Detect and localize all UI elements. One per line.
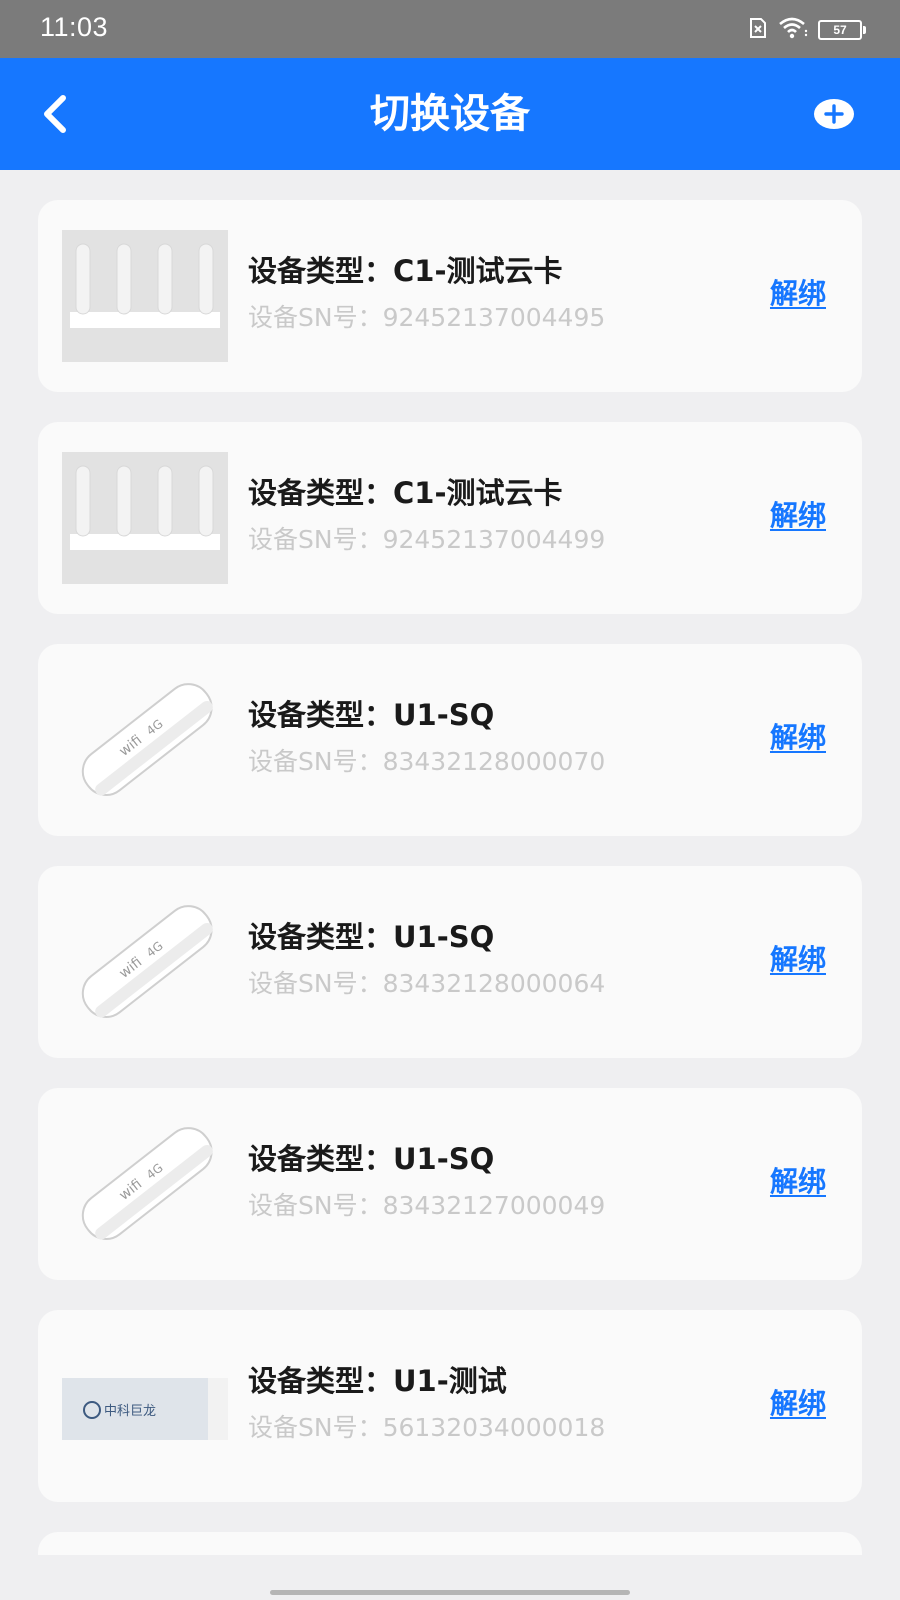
no-sim-icon (748, 17, 768, 43)
add-device-button[interactable] (814, 98, 854, 130)
plus-circle-icon (814, 99, 854, 129)
svg-text:中科巨龙: 中科巨龙 (104, 1404, 156, 1419)
usb-dongle-image: wifi 4G (62, 674, 228, 806)
unbind-button[interactable]: 解绑 (770, 716, 826, 756)
chevron-left-icon (44, 95, 66, 133)
page-title: 切换设备 (370, 91, 530, 137)
device-card[interactable]: wifi 4G 设备类型：U1-SQ 设备SN号：83432128000070 … (38, 644, 862, 836)
device-card[interactable]: wifi 4G 设备类型：U1-SQ 设备SN号：83432127000049 … (38, 1088, 862, 1280)
wifi-icon (778, 17, 808, 43)
device-type: 设备类型：C1-测试云卡 (248, 476, 563, 510)
device-list[interactable]: 设备类型：C1-测试云卡 设备SN号：92452137004495 解绑 设备类… (0, 170, 900, 1555)
back-button[interactable] (26, 86, 82, 142)
router-image (62, 230, 228, 362)
status-bar: 11:03 57 (0, 0, 900, 58)
device-sn: 设备SN号：83432128000070 (248, 747, 606, 776)
device-type: 设备类型：U1-SQ (248, 698, 495, 732)
device-sn: 设备SN号：56132034000018 (248, 1413, 606, 1442)
device-type: 设备类型：C1-测试云卡 (248, 254, 563, 288)
usb-stick-image: 中科巨龙 (62, 1340, 228, 1472)
unbind-button[interactable]: 解绑 (770, 1382, 826, 1422)
app-header: 切换设备 (0, 58, 900, 170)
home-indicator[interactable] (270, 1590, 630, 1595)
device-card[interactable]: 中科巨龙 设备类型：U1-测试 设备SN号：56132034000018 解绑 (38, 1310, 862, 1502)
usb-dongle-image: wifi 4G (62, 896, 228, 1028)
router-image (62, 452, 228, 584)
device-card[interactable]: wifi 4G 设备类型：U1-SQ 设备SN号：83432128000064 … (38, 866, 862, 1058)
device-type: 设备类型：U1-SQ (248, 1142, 495, 1176)
device-sn: 设备SN号：83432127000049 (248, 1191, 606, 1220)
device-card[interactable]: 设备类型：C1-测试云卡 设备SN号：92452137004499 解绑 (38, 422, 862, 614)
device-type: 设备类型：U1-SQ (248, 920, 495, 954)
device-card[interactable]: 设备类型：C1-测试云卡 设备SN号：92452137004495 解绑 (38, 200, 862, 392)
unbind-button[interactable]: 解绑 (770, 1160, 826, 1200)
unbind-button[interactable]: 解绑 (770, 938, 826, 978)
device-card-partial[interactable] (38, 1532, 862, 1555)
unbind-button[interactable]: 解绑 (770, 272, 826, 312)
unbind-button[interactable]: 解绑 (770, 494, 826, 534)
device-sn: 设备SN号：83432128000064 (248, 969, 606, 998)
status-time: 11:03 (40, 12, 109, 42)
status-icons: 57 (748, 16, 866, 44)
device-sn: 设备SN号：92452137004499 (248, 525, 606, 554)
device-sn: 设备SN号：92452137004495 (248, 303, 606, 332)
usb-dongle-image: wifi 4G (62, 1118, 228, 1250)
battery-icon: 57 (818, 20, 866, 40)
device-type: 设备类型：U1-测试 (248, 1364, 507, 1398)
